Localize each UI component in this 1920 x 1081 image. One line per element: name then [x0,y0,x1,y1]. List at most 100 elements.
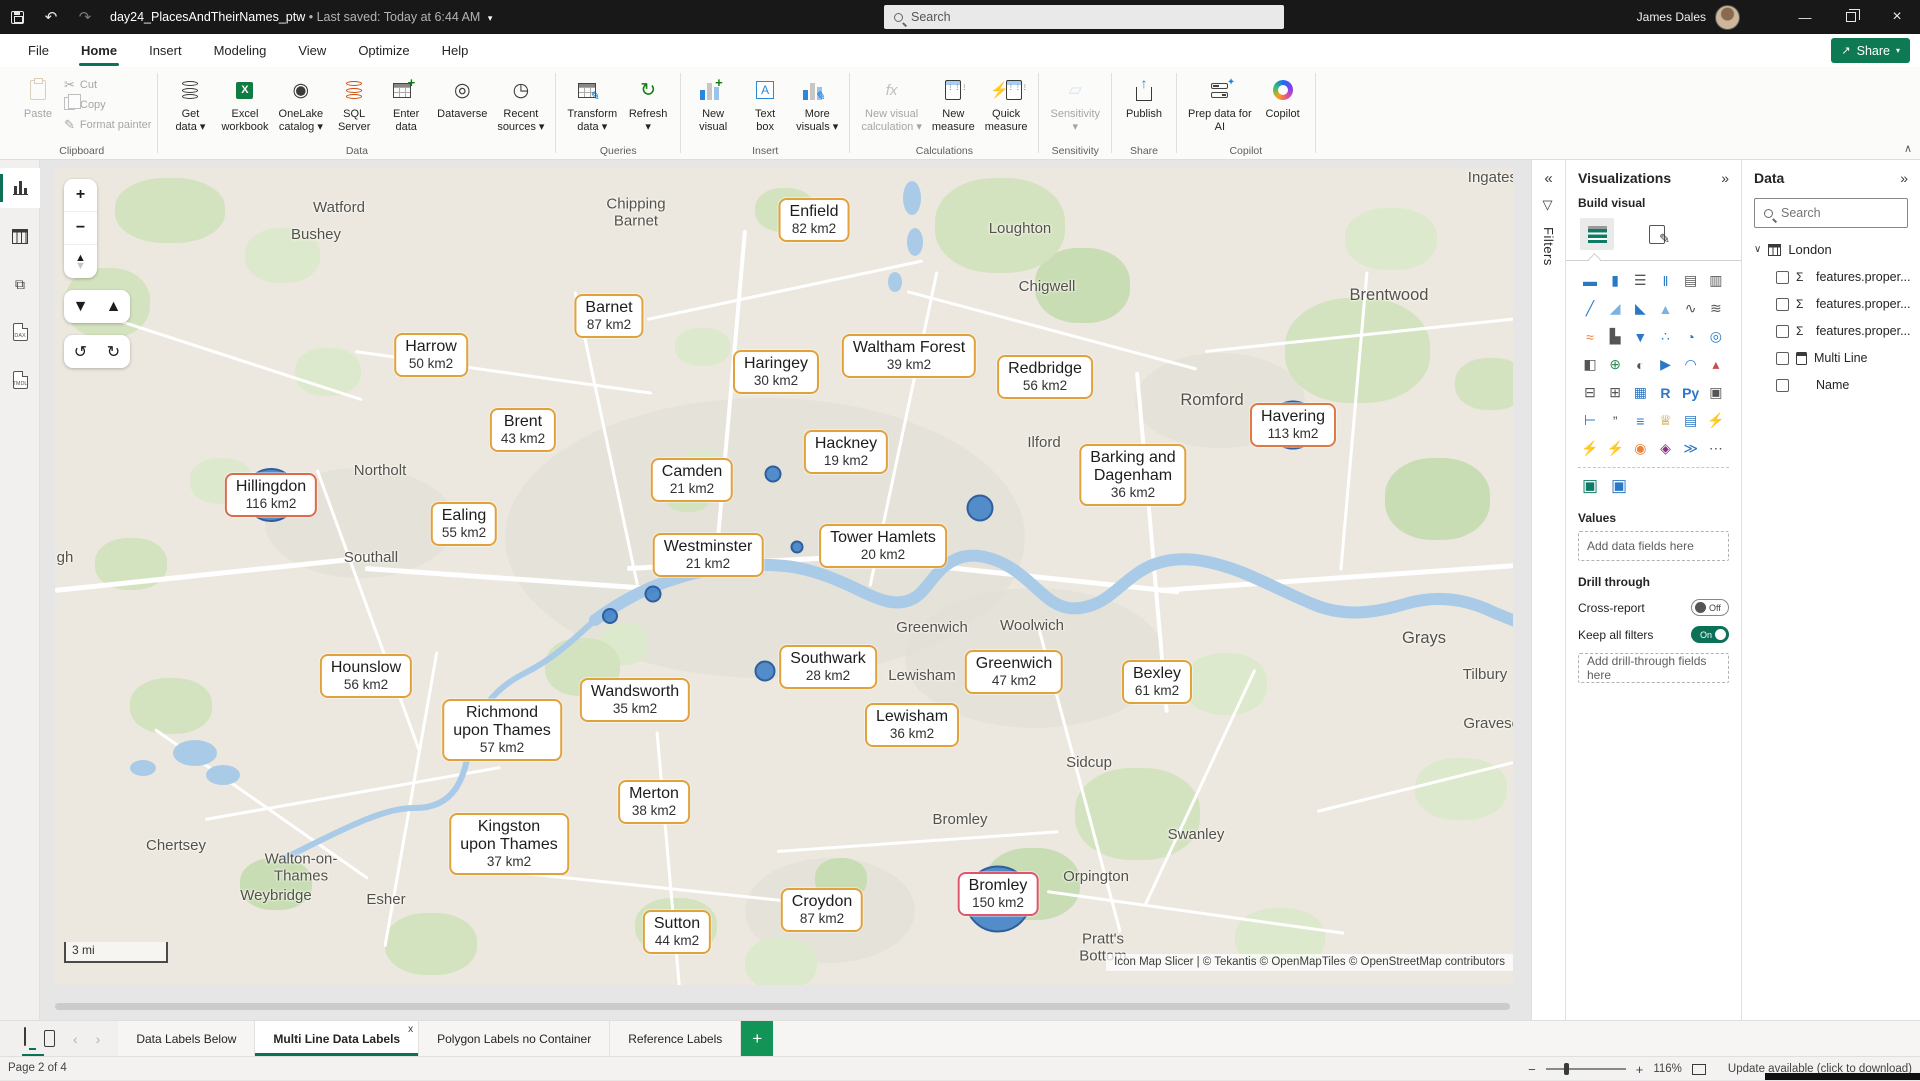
zoom-in-button[interactable]: + [64,179,97,212]
gauge-icon[interactable]: ◠ [1679,353,1703,376]
collapse-ribbon-icon[interactable]: ∧ [1904,142,1912,155]
filled-map-icon[interactable]: ◐ [1628,353,1652,376]
collapse-visualizations-icon[interactable]: » [1721,170,1729,186]
collapse-data-pane-icon[interactable]: » [1900,170,1908,186]
filters-pane-label[interactable]: Filters [1541,227,1556,266]
azure-map-icon[interactable]: ▶ [1653,353,1677,376]
paste-button[interactable]: Paste [12,73,64,123]
map-borough-label[interactable]: Lewisham36 km2 [865,703,959,747]
pitch-button[interactable]: ▲▼ [64,245,97,278]
clustered-column-chart-icon[interactable]: ‖ [1653,269,1677,292]
zoom-slider-knob[interactable] [1564,1063,1569,1075]
map-borough-label[interactable]: Hillingdon116 km2 [225,473,317,517]
map-data-bubble[interactable] [602,608,618,624]
cut-button[interactable]: ✂Cut [64,77,151,93]
quick-create-visual-icon[interactable]: ⚡ [1578,437,1602,460]
power-apps-visual-icon[interactable]: ◈ [1653,437,1677,460]
tab-format-visual[interactable] [1640,218,1674,250]
map-borough-label[interactable]: Richmond upon Thames57 km2 [442,699,562,761]
map-data-bubble[interactable] [967,495,994,522]
map-borough-label[interactable]: Enfield82 km2 [779,198,850,242]
map-data-bubble[interactable] [791,541,804,554]
sql-server-button[interactable]: SQL Server [328,73,380,135]
donut-chart-icon[interactable]: ◎ [1704,325,1728,348]
drill-through-field-well[interactable]: Add drill-through fields here [1578,653,1729,683]
sidebar-item-dax-query-view[interactable]: DAX [0,312,40,352]
page-tab-polygon-labels-no-container[interactable]: Polygon Labels no Container [419,1021,610,1056]
stacked-column-chart-icon[interactable]: ▮ [1603,269,1627,292]
map-icon[interactable]: ⊕ [1603,353,1627,376]
map-data-bubble[interactable] [765,466,782,483]
fit-to-page-icon[interactable] [1692,1064,1706,1075]
power-automate-icon[interactable]: ≫ [1679,437,1703,460]
next-page-icon[interactable]: › [96,1031,101,1047]
line-chart-icon[interactable]: ╱ [1578,297,1602,320]
recent-sources-button[interactable]: ◷Recent sources ▾ [492,73,549,135]
get-more-visuals-icon[interactable]: ⋯ [1704,437,1728,460]
100-stacked-bar-chart-icon[interactable]: ▤ [1679,269,1703,292]
rotate-ccw-button[interactable]: ↺ [64,335,97,368]
decomposition-tree-icon[interactable]: ⊢ [1578,409,1602,432]
icon-map-icon[interactable]: ▣ [1607,474,1631,497]
q-and-a-icon[interactable]: ” [1603,409,1627,432]
tilt-down-button[interactable]: ▼ [64,290,97,323]
avatar[interactable] [1715,5,1740,30]
icon-map-pro-icon[interactable]: ▣ [1578,474,1602,497]
cross-report-toggle[interactable]: Off [1691,599,1729,616]
metrics-icon[interactable]: ♕ [1653,409,1677,432]
page-tab-multi-line-data-labels[interactable]: Multi Line Data Labelsx [255,1021,419,1056]
data-search-input[interactable]: Search [1754,198,1908,228]
field-checkbox[interactable] [1776,271,1789,284]
power-automate-visual-icon[interactable]: ⚡ [1704,409,1728,432]
smart-narrative-icon[interactable]: ≡ [1628,409,1652,432]
100-stacked-column-chart-icon[interactable]: ▥ [1704,269,1728,292]
desktop-layout-button[interactable] [24,1028,26,1050]
map-borough-label[interactable]: Bexley61 km2 [1122,660,1192,704]
pie-chart-icon[interactable]: ◔ [1679,325,1703,348]
matrix-icon[interactable]: ▦ [1628,381,1652,404]
map-borough-label[interactable]: Croydon87 km2 [781,888,863,932]
map-borough-label[interactable]: Hounslow56 km2 [320,654,412,698]
excel-workbook-button[interactable]: XExcel workbook [216,73,273,135]
sensitivity-button[interactable]: ▱Sensitivity ▾ [1045,73,1105,135]
canvas-horizontal-scrollbar[interactable] [55,1003,1510,1010]
rotate-cw-button[interactable]: ↻ [97,335,130,368]
onelake-catalog-button[interactable]: ◉OneLake catalog ▾ [274,73,329,135]
field-checkbox[interactable] [1776,325,1789,338]
map-borough-label[interactable]: Southwark28 km2 [779,645,877,689]
map-borough-label[interactable]: Kingston upon Thames37 km2 [449,813,569,875]
values-field-well[interactable]: Add data fields here [1578,531,1729,561]
copy-button[interactable]: Copy [64,97,151,113]
map-borough-label[interactable]: Waltham Forest39 km2 [842,334,976,378]
map-borough-label[interactable]: Bromley150 km2 [958,872,1039,916]
map-borough-label[interactable]: Merton38 km2 [618,780,690,824]
kpi-icon[interactable]: ▴ [1704,353,1728,376]
zoom-out-icon[interactable]: − [1528,1062,1536,1077]
stacked-bar-chart-icon[interactable]: ▬ [1578,269,1602,292]
new-measure-button[interactable]: New measure [927,73,980,135]
more-visuals-button[interactable]: ✎More visuals ▾ [791,73,843,135]
close-tab-icon[interactable]: x [408,1024,413,1035]
format-painter-button[interactable]: ✎Format painter [64,117,151,133]
new-visual-calculation-button[interactable]: fxNew visual calculation ▾ [856,73,927,135]
quick-measure-button[interactable]: ⚡Quick measure [980,73,1033,135]
line-and-stacked-column-chart-icon[interactable]: ∿ [1679,297,1703,320]
python-visual-icon[interactable]: Py [1679,381,1703,404]
new-slicer-icon[interactable]: ▣ [1704,381,1728,404]
slicer-icon[interactable]: ⊟ [1578,381,1602,404]
enter-data-button[interactable]: +Enter data [380,73,432,135]
menu-optimize[interactable]: Optimize [344,36,423,65]
treemap-icon[interactable]: ◧ [1578,353,1602,376]
tilt-up-button[interactable]: ▲ [97,290,130,323]
sidebar-item-table-view[interactable] [0,216,40,256]
restore-button[interactable] [1828,0,1874,34]
r-script-visual-icon[interactable]: R [1653,381,1677,404]
waterfall-chart-icon[interactable]: ▙ [1603,325,1627,348]
map-borough-label[interactable]: Hackney19 km2 [804,430,888,474]
map-borough-label[interactable]: Westminster21 km2 [653,533,764,577]
menu-help[interactable]: Help [428,36,483,65]
map-borough-label[interactable]: Haringey30 km2 [733,350,819,394]
map-borough-label[interactable]: Brent43 km2 [490,408,556,452]
map-borough-label[interactable]: Wandsworth35 km2 [580,678,690,722]
get-data-button[interactable]: Get data ▾ [164,73,216,135]
